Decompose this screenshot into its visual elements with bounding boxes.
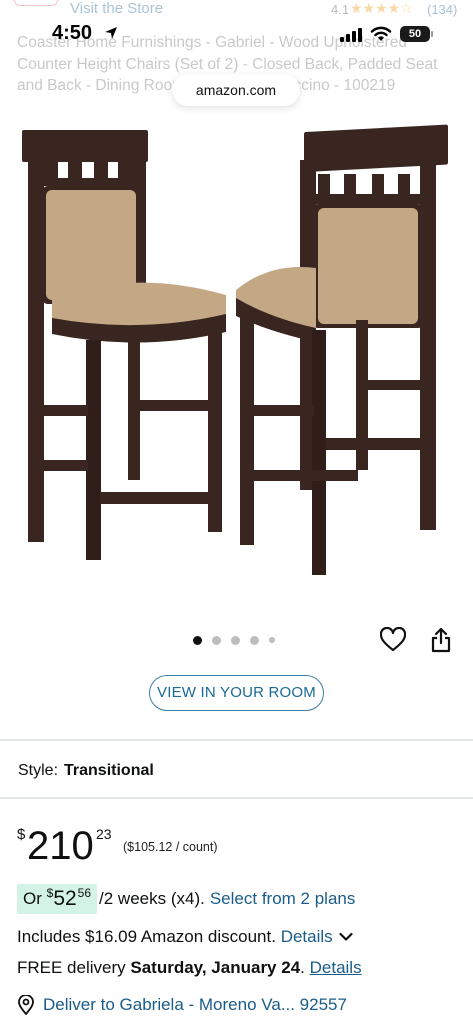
price-fraction: 23 bbox=[96, 826, 112, 842]
product-image[interactable] bbox=[0, 120, 473, 580]
delivery-info: FREE delivery Saturday, January 24. Deta… bbox=[17, 958, 362, 978]
rating-stars-icon[interactable]: ★★★★☆ bbox=[350, 0, 413, 17]
deliver-to-link[interactable]: Deliver to Gabriela - Moreno Va... 92557 bbox=[17, 995, 347, 1015]
installment-prefix: Or bbox=[23, 889, 42, 908]
price-whole: 210 bbox=[27, 824, 94, 868]
divider bbox=[0, 797, 473, 799]
delivery-details-link[interactable]: Details bbox=[310, 958, 362, 977]
select-plans-link[interactable]: Select from 2 plans bbox=[210, 889, 356, 909]
image-carousel-dots[interactable] bbox=[193, 634, 275, 646]
share-icon[interactable] bbox=[430, 627, 452, 653]
url-bar[interactable]: amazon.com bbox=[172, 74, 300, 106]
style-selector[interactable]: Style: Transitional bbox=[18, 762, 154, 780]
deliver-to-text[interactable]: Deliver to Gabriela - Moreno Va... 92557 bbox=[43, 995, 347, 1015]
visit-store-link[interactable]: Visit the Store bbox=[70, 0, 163, 17]
brand-logo[interactable] bbox=[14, 0, 58, 6]
delivery-date: Saturday, January 24 bbox=[130, 958, 301, 977]
discount-text: Includes $16.09 Amazon discount. bbox=[17, 927, 276, 946]
style-label: Style: bbox=[18, 762, 59, 779]
carousel-dot[interactable] bbox=[231, 635, 240, 645]
divider bbox=[0, 739, 473, 741]
view-in-room-button[interactable]: VIEW IN YOUR ROOM bbox=[149, 675, 324, 711]
carousel-dot[interactable] bbox=[250, 635, 259, 645]
left-chair bbox=[22, 130, 226, 560]
installment-plan: Or $52 56 /2 weeks (x4). Select from 2 pl… bbox=[17, 884, 355, 914]
battery-icon: 50 bbox=[400, 26, 430, 42]
installment-badge: Or $52 56 bbox=[17, 884, 98, 914]
heart-icon[interactable] bbox=[380, 627, 406, 653]
chevron-down-icon[interactable] bbox=[339, 932, 353, 942]
carousel-dot[interactable] bbox=[269, 637, 275, 643]
installment-term: /2 weeks (x4). bbox=[99, 889, 205, 908]
price-currency: $ bbox=[17, 826, 26, 843]
rating-value: 4.1 bbox=[331, 2, 350, 17]
cell-signal-icon bbox=[340, 28, 362, 42]
carousel-dot[interactable] bbox=[212, 635, 221, 645]
installment-whole: 52 bbox=[53, 887, 77, 910]
delivery-suffix: . bbox=[300, 958, 305, 977]
location-pin-icon bbox=[18, 995, 34, 1015]
price-per-count: ($105.12 / count) bbox=[123, 840, 218, 854]
location-arrow-icon bbox=[105, 27, 117, 39]
wifi-icon bbox=[370, 26, 392, 41]
discount-info: Includes $16.09 Amazon discount. Details bbox=[17, 927, 353, 947]
carousel-dot[interactable] bbox=[193, 635, 202, 645]
right-chair bbox=[236, 124, 448, 575]
battery-tip bbox=[431, 31, 433, 37]
installment-currency: $ bbox=[46, 886, 54, 900]
discount-details-link[interactable]: Details bbox=[281, 927, 333, 947]
rating-count-link[interactable]: (134) bbox=[427, 2, 457, 17]
delivery-prefix: FREE delivery bbox=[17, 958, 126, 977]
status-time: 4:50 bbox=[52, 22, 93, 44]
installment-fraction: 56 bbox=[77, 886, 92, 900]
style-value: Transitional bbox=[64, 762, 154, 779]
